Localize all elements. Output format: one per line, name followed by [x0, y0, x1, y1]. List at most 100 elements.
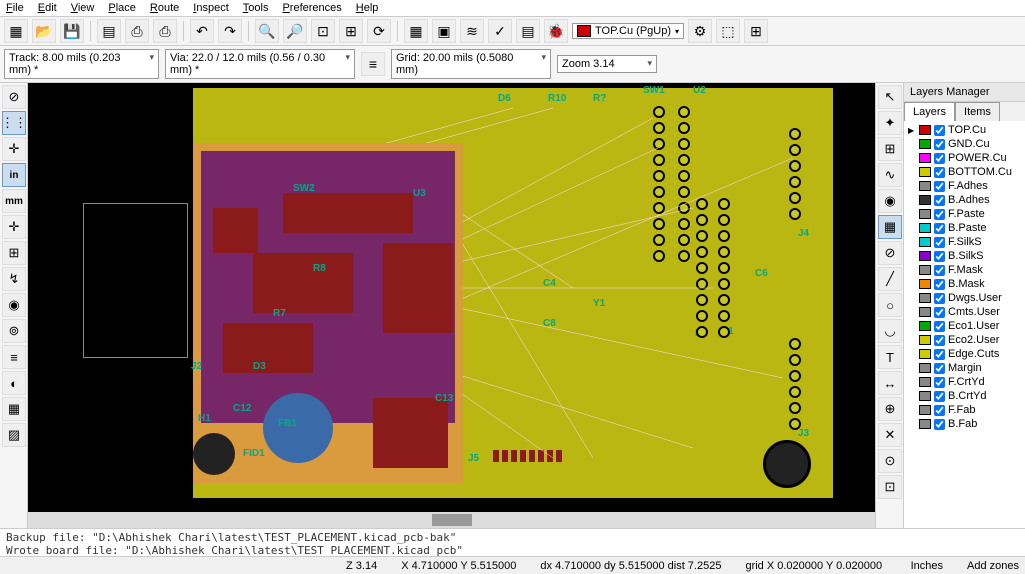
layer-visible-checkbox[interactable]: [934, 391, 945, 402]
menu-edit[interactable]: Edit: [38, 2, 57, 14]
layer-row[interactable]: BOTTOM.Cu: [906, 165, 1023, 179]
drc-off-icon[interactable]: ⊘: [2, 85, 26, 109]
grid-icon[interactable]: ⋮⋮: [2, 111, 26, 135]
units-mm-icon[interactable]: mm: [2, 189, 26, 213]
keepout-icon[interactable]: ⊘: [878, 241, 902, 265]
layer-visible-checkbox[interactable]: [934, 223, 945, 234]
layer-visible-checkbox[interactable]: [934, 251, 945, 262]
layer-visible-checkbox[interactable]: [934, 335, 945, 346]
layer-visible-checkbox[interactable]: [934, 349, 945, 360]
3d-icon[interactable]: ⬚: [716, 19, 740, 43]
horizontal-scrollbar[interactable]: [28, 512, 875, 528]
delete-icon[interactable]: ✕: [878, 423, 902, 447]
zone-disp-icon[interactable]: ▨: [2, 423, 26, 447]
grid-origin-icon[interactable]: ⊡: [878, 475, 902, 499]
layer-row[interactable]: ▶TOP.Cu: [906, 123, 1023, 137]
layer-row[interactable]: POWER.Cu: [906, 151, 1023, 165]
layer-row[interactable]: B.SilkS: [906, 249, 1023, 263]
route-track-icon[interactable]: ∿: [878, 163, 902, 187]
via-size-combo[interactable]: Via: 22.0 / 12.0 mils (0.56 / 0.30 mm) *: [165, 49, 355, 79]
menu-place[interactable]: Place: [108, 2, 136, 14]
layer-row[interactable]: F.Paste: [906, 207, 1023, 221]
layer-visible-checkbox[interactable]: [934, 209, 945, 220]
layer-row[interactable]: B.Fab: [906, 417, 1023, 431]
layer-visible-checkbox[interactable]: [934, 153, 945, 164]
zoom-combo[interactable]: Zoom 3.14: [557, 55, 657, 73]
layer-alpha-icon[interactable]: ▦: [2, 397, 26, 421]
print-icon[interactable]: ⎙: [153, 19, 177, 43]
tree-icon[interactable]: ⊞: [744, 19, 768, 43]
contrast-icon[interactable]: ◐: [2, 371, 26, 395]
layer-visible-checkbox[interactable]: [934, 363, 945, 374]
redo-icon[interactable]: ↷: [218, 19, 242, 43]
pcb-canvas[interactable]: C4Y1C8R1D1C6J4J3H4J5 D6R10R?SW1U2: [28, 83, 875, 512]
zone-icon[interactable]: ▦: [878, 215, 902, 239]
open-icon[interactable]: 📂: [32, 19, 56, 43]
netlist-icon[interactable]: ≋: [460, 19, 484, 43]
inspect-icon[interactable]: ⊞: [878, 137, 902, 161]
origin-icon[interactable]: ⊙: [878, 449, 902, 473]
layer-visible-checkbox[interactable]: [934, 181, 945, 192]
tab-layers[interactable]: Layers: [904, 102, 955, 121]
script-icon[interactable]: ⚙: [688, 19, 712, 43]
track-disp-icon[interactable]: ≡: [2, 345, 26, 369]
select-icon[interactable]: ↖: [878, 85, 902, 109]
layer-row[interactable]: F.Mask: [906, 263, 1023, 277]
layer-visible-checkbox[interactable]: [934, 279, 945, 290]
menu-route[interactable]: Route: [150, 2, 179, 14]
circle-icon[interactable]: ○: [878, 293, 902, 317]
ratsnest-icon[interactable]: ⊞: [2, 241, 26, 265]
layer-row[interactable]: B.Paste: [906, 221, 1023, 235]
layer-row[interactable]: Edge.Cuts: [906, 347, 1023, 361]
zoom-fit-icon[interactable]: ⊡: [311, 19, 335, 43]
cursor-icon[interactable]: ✛: [2, 215, 26, 239]
layer-visible-checkbox[interactable]: [934, 321, 945, 332]
menu-tools[interactable]: Tools: [243, 2, 269, 14]
layer-row[interactable]: F.Adhes: [906, 179, 1023, 193]
layer-visible-checkbox[interactable]: [934, 419, 945, 430]
layer-visible-checkbox[interactable]: [934, 125, 945, 136]
layer-visible-checkbox[interactable]: [934, 307, 945, 318]
layer-row[interactable]: Margin: [906, 361, 1023, 375]
layer-row[interactable]: F.SilkS: [906, 235, 1023, 249]
autowire-icon[interactable]: ↯: [2, 267, 26, 291]
module-icon[interactable]: ▣: [432, 19, 456, 43]
zoom-area-icon[interactable]: ⊞: [339, 19, 363, 43]
bug-icon[interactable]: 🐞: [544, 19, 568, 43]
layer-row[interactable]: F.CrtYd: [906, 375, 1023, 389]
menu-help[interactable]: Help: [356, 2, 379, 14]
dimension-icon[interactable]: ↔: [878, 371, 902, 395]
layer-row[interactable]: F.Fab: [906, 403, 1023, 417]
layer-row[interactable]: Eco2.User: [906, 333, 1023, 347]
save-icon[interactable]: 💾: [60, 19, 84, 43]
layer-row[interactable]: B.Adhes: [906, 193, 1023, 207]
layer-visible-checkbox[interactable]: [934, 293, 945, 304]
layer-visible-checkbox[interactable]: [934, 195, 945, 206]
layer-visible-checkbox[interactable]: [934, 237, 945, 248]
undo-icon[interactable]: ↶: [190, 19, 214, 43]
auto-track-icon[interactable]: ≡: [361, 52, 385, 76]
units-in-icon[interactable]: in: [2, 163, 26, 187]
layer-visible-checkbox[interactable]: [934, 167, 945, 178]
layer-row[interactable]: Dwgs.User: [906, 291, 1023, 305]
new-icon[interactable]: ▦: [4, 19, 28, 43]
arc-icon[interactable]: ◡: [878, 319, 902, 343]
drc-icon[interactable]: ✓: [488, 19, 512, 43]
page-icon[interactable]: ▤: [97, 19, 121, 43]
plotter-icon[interactable]: ⎙: [125, 19, 149, 43]
zoom-refresh-icon[interactable]: ⟳: [367, 19, 391, 43]
layer-visible-checkbox[interactable]: [934, 377, 945, 388]
track-width-combo[interactable]: Track: 8.00 mils (0.203 mm) *: [4, 49, 159, 79]
zoom-in-icon[interactable]: 🔍: [255, 19, 279, 43]
via-disp-icon[interactable]: ⊚: [2, 319, 26, 343]
menu-view[interactable]: View: [71, 2, 95, 14]
layer-row[interactable]: Eco1.User: [906, 319, 1023, 333]
layer-row[interactable]: B.Mask: [906, 277, 1023, 291]
line-icon[interactable]: ╱: [878, 267, 902, 291]
grid-combo[interactable]: Grid: 20.00 mils (0.5080 mm): [391, 49, 551, 79]
via-place-icon[interactable]: ◉: [878, 189, 902, 213]
target-icon[interactable]: ⊕: [878, 397, 902, 421]
layer-row[interactable]: GND.Cu: [906, 137, 1023, 151]
layer-selector[interactable]: TOP.Cu (PgUp)▾: [572, 23, 684, 39]
layer-visible-checkbox[interactable]: [934, 265, 945, 276]
